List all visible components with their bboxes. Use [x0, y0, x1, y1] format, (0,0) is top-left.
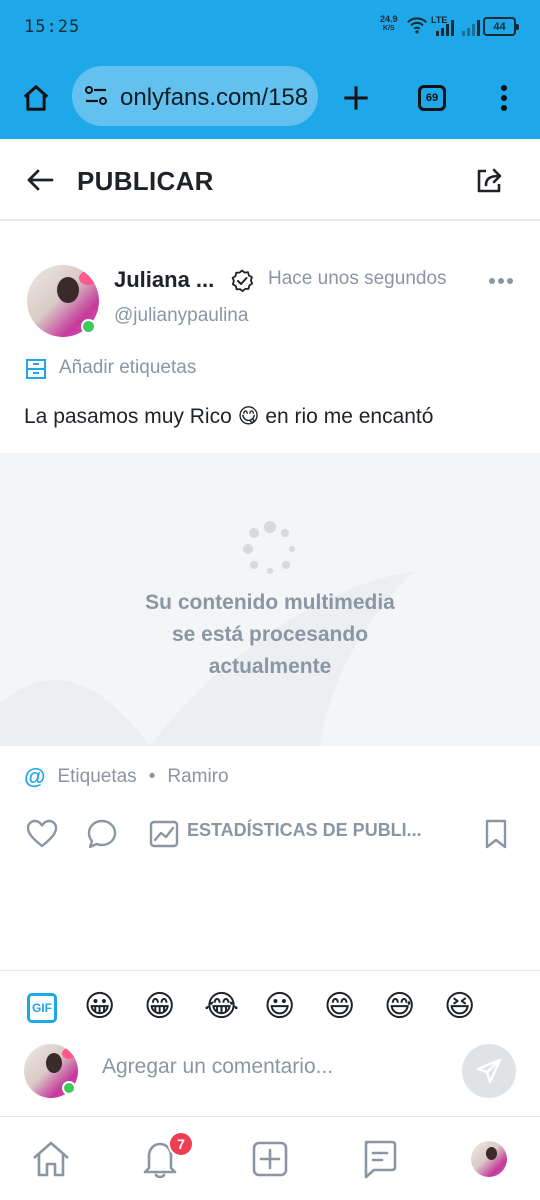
emoji-laughing[interactable]: 😆 — [444, 989, 475, 1025]
gif-button[interactable]: GIF — [27, 993, 57, 1023]
home-icon — [33, 1141, 69, 1177]
emoji-row: GIF 😀 😁 😂 😃 😄 😅 😆 — [0, 989, 540, 1029]
wifi-icon — [407, 17, 427, 34]
statistics-chart-icon — [149, 820, 179, 848]
statistics-button[interactable]: ESTADÍSTICAS DE PUBLI... — [187, 820, 422, 841]
tagged-user[interactable]: Ramiro — [167, 766, 228, 788]
share-button[interactable] — [468, 160, 510, 202]
back-arrow-icon — [27, 169, 54, 191]
net-speed: 24.9 K/S — [380, 15, 398, 33]
net-speed-unit: K/S — [382, 25, 395, 32]
separator-dot: • — [148, 766, 156, 787]
status-bar: 15:25 24.9 K/S LTE 44 — [0, 0, 540, 58]
bookmark-button[interactable] — [476, 814, 516, 854]
new-tab-icon — [344, 86, 368, 110]
post-time: Hace unos segundos — [268, 268, 447, 289]
post-caption: La pasamos muy Rico 😋 en rio me encantó — [24, 404, 433, 429]
avatar-heart — [79, 271, 97, 285]
emoji-tears-of-joy[interactable]: 😂 — [204, 989, 239, 1025]
more-horizontal-icon — [489, 278, 513, 284]
emoji-grinning[interactable]: 😀 — [84, 989, 115, 1025]
comment-button[interactable] — [82, 814, 122, 854]
emoji-smile[interactable]: 😄 — [324, 989, 355, 1025]
emoji-beaming[interactable]: 😁 — [144, 989, 175, 1025]
avatar-figure — [46, 1053, 62, 1073]
comment-bubble-icon — [87, 819, 117, 849]
media-message-line-1: Su contenido multimedia — [145, 591, 395, 614]
battery-icon: 44 — [483, 17, 519, 36]
overflow-menu-icon — [501, 85, 507, 111]
notifications-badge: 7 — [168, 1131, 194, 1157]
back-button[interactable] — [20, 160, 60, 200]
signal-2-icon — [462, 20, 480, 36]
browser-toolbar: onlyfans.com/158 69 — [0, 58, 540, 139]
emoji-smiley[interactable]: 😃 — [264, 989, 295, 1025]
post-options-button[interactable] — [484, 268, 518, 294]
tab-switcher-button[interactable]: 69 — [410, 76, 454, 120]
media-placeholder: Su contenido multimedia se está procesan… — [0, 453, 540, 746]
messages-icon — [364, 1140, 397, 1179]
home-button[interactable] — [14, 76, 58, 120]
at-icon: @ — [24, 764, 46, 789]
media-message-line-3: actualmente — [208, 655, 332, 678]
site-info-icon[interactable] — [84, 85, 108, 107]
like-button[interactable] — [22, 814, 62, 854]
emoji-sweat-smile[interactable]: 😅 — [384, 989, 415, 1025]
bookmark-icon — [485, 819, 507, 849]
online-indicator — [81, 319, 96, 334]
media-processing-message: Su contenido multimedia se está procesan… — [0, 587, 540, 683]
heart-icon — [26, 819, 58, 848]
caption-emoji: 😋 — [237, 405, 260, 428]
verified-icon — [231, 269, 254, 292]
tagged-users-row: @ Etiquetas • Ramiro — [24, 764, 229, 790]
add-post-icon — [252, 1141, 288, 1177]
avatar-figure — [486, 1147, 497, 1160]
author-name[interactable]: Juliana ... — [114, 267, 214, 293]
browser-chrome: 15:25 24.9 K/S LTE 44 onlyfans.com/158 6… — [0, 0, 540, 139]
loading-spinner-icon — [243, 521, 295, 574]
caption-text-start: La pasamos muy Rico — [24, 405, 238, 428]
tab-switcher-icon: 69 — [418, 85, 446, 111]
share-icon — [477, 168, 502, 193]
author-handle[interactable]: @julianypaulina — [114, 305, 248, 327]
nav-home[interactable] — [29, 1137, 73, 1181]
comment-input[interactable]: Agregar un comentario... — [102, 1055, 333, 1079]
send-icon — [476, 1058, 502, 1084]
overflow-menu-button[interactable] — [482, 76, 526, 120]
page-header: PUBLICAR — [0, 139, 540, 221]
comment-composer: GIF 😀 😁 😂 😃 😄 😅 😆 Agregar un comentario.… — [0, 970, 540, 1115]
caption-text-end: en rio me encantó — [259, 405, 434, 428]
profile-avatar — [471, 1141, 507, 1177]
nav-messages[interactable] — [357, 1137, 401, 1181]
new-tab-button[interactable] — [334, 76, 378, 120]
bottom-navigation: 7 — [0, 1116, 540, 1200]
avatar-figure — [57, 277, 79, 303]
home-icon — [23, 85, 49, 111]
post-actions: ESTADÍSTICAS DE PUBLI... — [0, 810, 540, 854]
send-comment-button[interactable] — [462, 1044, 516, 1098]
page-title: PUBLICAR — [77, 166, 214, 196]
tags-label: Etiquetas — [57, 766, 137, 787]
avatar-heart — [62, 1048, 76, 1059]
url-text[interactable]: onlyfans.com/158 — [120, 84, 310, 112]
status-time: 15:25 — [24, 17, 81, 37]
current-user-online-indicator — [62, 1081, 76, 1095]
add-tags-link[interactable]: Añadir etiquetas — [59, 357, 196, 379]
nav-profile[interactable] — [467, 1137, 511, 1181]
media-message-line-2: se está procesando — [171, 623, 369, 646]
nav-create-post[interactable] — [248, 1137, 292, 1181]
statistics-button-icon-wrap[interactable] — [144, 814, 184, 854]
url-bar[interactable]: onlyfans.com/158 — [72, 66, 318, 126]
signal-icon — [436, 20, 454, 36]
net-speed-value: 24.9 — [380, 14, 398, 24]
tag-icon — [26, 359, 46, 379]
